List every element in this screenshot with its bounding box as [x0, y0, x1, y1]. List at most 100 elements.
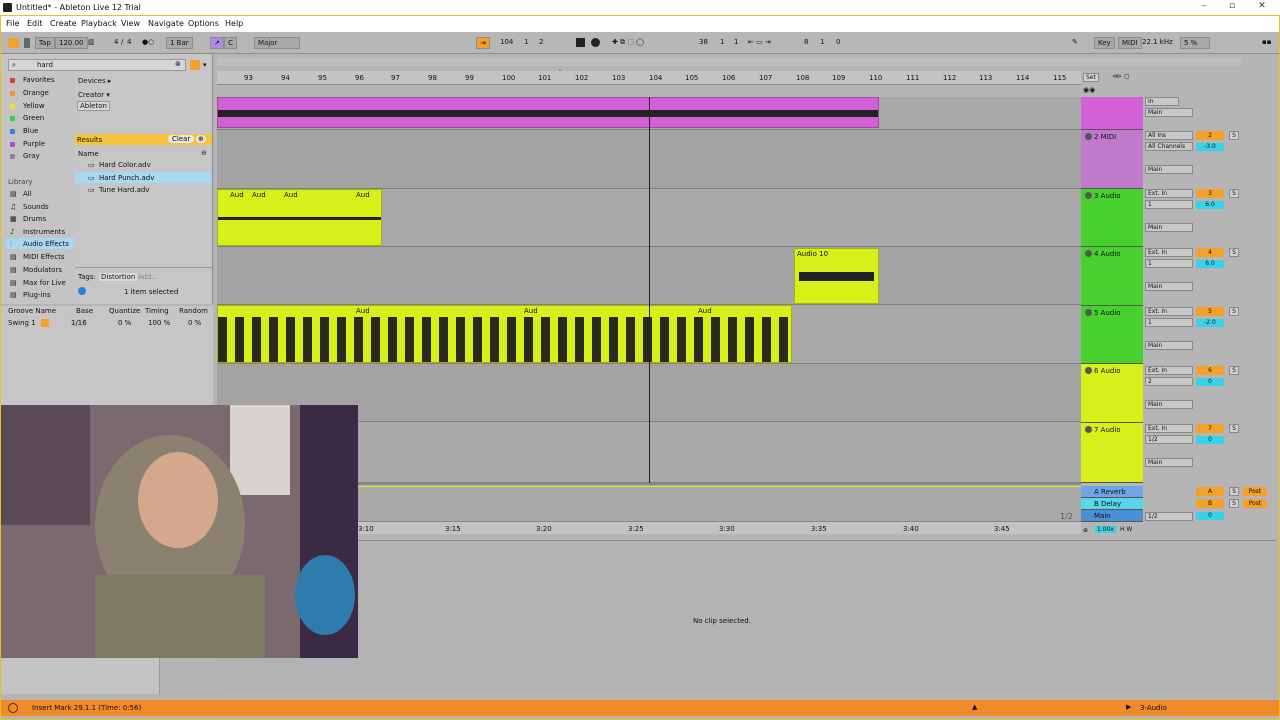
key-map-button[interactable]: Key — [1094, 37, 1115, 49]
menu-create[interactable]: Create — [50, 19, 77, 28]
position-bar[interactable]: 104 — [500, 38, 513, 46]
sig-numerator[interactable]: 4 — [114, 38, 118, 46]
menu-navigate[interactable]: Navigate — [148, 19, 184, 28]
filter-icon[interactable] — [190, 60, 200, 70]
fold-icon[interactable] — [1085, 367, 1092, 374]
tap-button[interactable]: Tap — [35, 37, 55, 49]
fold-icon[interactable] — [1085, 309, 1092, 316]
solo-button[interactable]: S — [1229, 131, 1239, 140]
output-select[interactable]: Main — [1145, 341, 1193, 350]
overdub-icon[interactable]: ✚ ⧉ ⬚ ◯ — [612, 38, 644, 47]
main-header[interactable]: Main — [1081, 510, 1143, 522]
track-activator[interactable]: 7 — [1196, 424, 1224, 433]
track-header-7[interactable]: 7 Audio — [1081, 423, 1143, 483]
pre-post-toggle[interactable]: Post — [1243, 499, 1267, 508]
close-button[interactable]: ✕ — [1254, 1, 1270, 14]
sidebar-item-yellow[interactable]: Yellow — [23, 102, 45, 110]
menu-view[interactable]: View — [121, 19, 140, 28]
clip-view-toggle-icon[interactable]: ▲ — [972, 703, 977, 711]
punch-icons[interactable]: ⇤ ▭ ⇥ — [748, 38, 771, 46]
sidebar-item-plugins[interactable]: Plug-ins — [23, 291, 51, 299]
track-header-2[interactable]: 2 MIDI — [1081, 130, 1143, 189]
menu-edit[interactable]: Edit — [27, 19, 43, 28]
track-name[interactable]: 2 MIDI — [1094, 133, 1116, 141]
metronome-bars-icon[interactable]: ▥ — [88, 38, 95, 46]
sidebar-item-max-for-live[interactable]: Max for Live — [23, 279, 66, 287]
volume-field[interactable]: 6.0 — [1196, 260, 1224, 268]
pre-post-toggle[interactable]: Post — [1243, 487, 1267, 496]
tempo-field[interactable]: 120.00 — [55, 37, 88, 49]
fold-icon[interactable] — [1085, 250, 1092, 257]
locator-arrows-icon[interactable]: ⊲⊳ ▢ — [1112, 73, 1130, 80]
input-channel-select[interactable]: All Channels — [1145, 142, 1193, 151]
audio-clip-10[interactable]: Audio 10 — [794, 248, 879, 304]
fold-icon[interactable] — [1085, 426, 1092, 433]
midi-map-button[interactable]: MIDI — [1118, 37, 1142, 49]
track-name[interactable]: 6 Audio — [1094, 367, 1121, 375]
draw-mode-icon[interactable]: ✎ — [1072, 38, 1078, 46]
sidebar-item-blue[interactable]: Blue — [23, 127, 39, 135]
stop-button[interactable] — [576, 38, 585, 47]
menu-help[interactable]: Help — [225, 19, 243, 28]
chevron-down-icon[interactable]: ▾ — [203, 61, 207, 69]
tag-chip[interactable]: Distortion — [99, 273, 138, 281]
track-header-5[interactable]: 5 Audio — [1081, 306, 1143, 364]
input-channel-select[interactable]: 1/2 — [1145, 435, 1193, 444]
track-activator[interactable]: 4 — [1196, 248, 1224, 257]
loop-length-bar[interactable]: 8 — [804, 38, 808, 46]
sidebar-item-green[interactable]: Green — [23, 114, 44, 122]
groove-timing[interactable]: 100 % — [148, 319, 170, 327]
sig-denominator[interactable]: 4 — [127, 38, 131, 46]
groove-name[interactable]: Swing 1 — [8, 319, 36, 327]
return-name[interactable]: A Reverb — [1094, 488, 1126, 496]
track-header-6[interactable]: 6 Audio — [1081, 364, 1143, 423]
clear-search-icon[interactable]: ⊗ — [175, 60, 181, 68]
filter-ableton-chip[interactable]: Ableton — [77, 101, 110, 111]
output-select[interactable]: Main — [1145, 458, 1193, 467]
column-options-icon[interactable]: ⊖ — [201, 149, 207, 157]
loop-length-sixteenth[interactable]: 0 — [836, 38, 840, 46]
set-locator-button[interactable]: Set — [1083, 73, 1099, 82]
position-beat[interactable]: 1 — [524, 38, 528, 46]
zoom-display[interactable]: 1.00x — [1095, 526, 1116, 533]
play-preview-icon[interactable]: ▶ — [1126, 703, 1131, 711]
filter-devices[interactable]: Devices ▸ — [78, 77, 111, 85]
groove-random[interactable]: 0 % — [188, 319, 201, 327]
track-activator[interactable]: 6 — [1196, 366, 1224, 375]
loop-start-beat[interactable]: 1 — [720, 38, 724, 46]
result-item[interactable]: Hard Color.adv — [99, 161, 151, 169]
sidebar-item-all[interactable]: All — [23, 190, 32, 198]
input-type-select[interactable]: All Ins — [1145, 131, 1193, 140]
input-type-select[interactable]: Ext. In — [1145, 307, 1193, 316]
results-options-icon[interactable]: ⊕ — [196, 135, 206, 143]
return-name[interactable]: B Delay — [1094, 500, 1121, 508]
add-tag-button[interactable]: Add... — [138, 273, 158, 281]
sidebar-item-purple[interactable]: Purple — [23, 140, 45, 148]
name-column-header[interactable]: Name — [78, 150, 99, 158]
track-activator[interactable]: 2 — [1196, 131, 1224, 140]
main-name[interactable]: Main — [1094, 512, 1111, 520]
groove-quantize[interactable]: 0 % — [118, 319, 131, 327]
volume-field[interactable]: 0 — [1196, 378, 1224, 386]
track-header-1[interactable] — [1081, 97, 1143, 130]
output-select[interactable]: Main — [1145, 400, 1193, 409]
view-toggle-icons[interactable]: ⊕ — [1083, 527, 1088, 534]
overview-bar[interactable] — [217, 58, 1241, 66]
track-activator[interactable]: 5 — [1196, 307, 1224, 316]
return-header-b[interactable]: B Delay — [1081, 498, 1143, 510]
input-type-select[interactable]: Ext. In — [1145, 248, 1193, 257]
beat-ruler[interactable]: 93 94 95 96 97 98 99 100 101 102 103 104… — [217, 71, 1081, 85]
input-channel-select[interactable]: 1 — [1145, 200, 1193, 209]
solo-button[interactable]: S — [1229, 366, 1239, 375]
search-input[interactable]: ⌕ hard ⊗ — [8, 59, 186, 71]
output-select[interactable]: Main — [1145, 282, 1193, 291]
follow-button[interactable]: ⇥ — [476, 37, 490, 49]
volume-field[interactable]: 0 — [1196, 436, 1224, 444]
result-item-selected[interactable]: Hard Punch.adv — [99, 174, 154, 182]
groove-base[interactable]: 1/16 — [71, 319, 87, 327]
clear-results-button[interactable]: Clear — [168, 135, 195, 143]
track-header-4[interactable]: 4 Audio — [1081, 247, 1143, 306]
sidebar-item-drums[interactable]: Drums — [23, 215, 46, 223]
solo-button[interactable]: S — [1229, 248, 1239, 257]
minimize-button[interactable]: – — [1196, 1, 1212, 14]
